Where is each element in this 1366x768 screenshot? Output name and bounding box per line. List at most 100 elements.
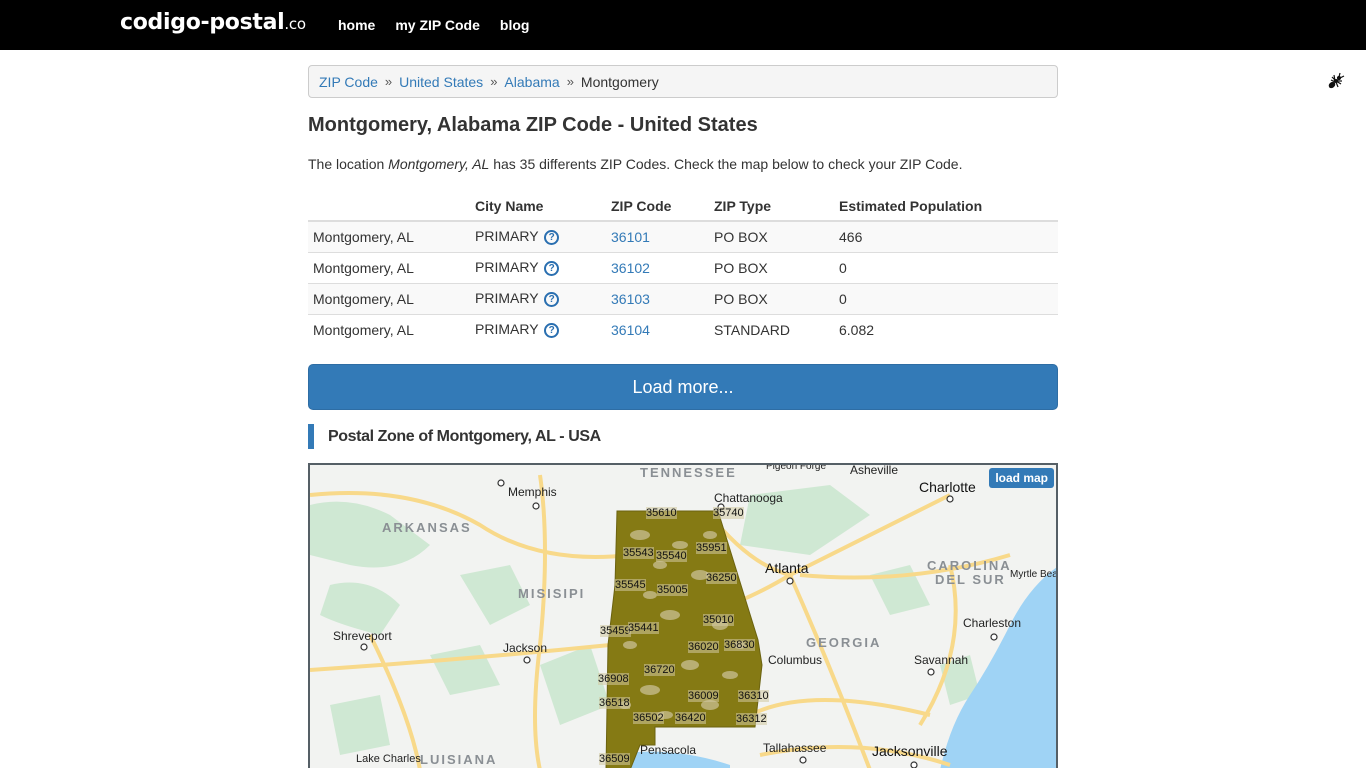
zip-label[interactable]: 35545	[615, 579, 646, 591]
city-label-jacksonville: Jacksonville	[872, 743, 948, 759]
cell-population: 6.082	[834, 313, 1058, 345]
cell-population: 466	[834, 220, 1058, 252]
city-label-shreveport: Shreveport	[333, 629, 392, 643]
table-row: Montgomery, AL PRIMARY ? 36103 PO BOX 0	[308, 282, 1058, 314]
city-label-asheville: Asheville	[850, 463, 899, 477]
zip-label[interactable]: 36518	[599, 697, 630, 709]
city-label-chattanooga: Chattanooga	[714, 491, 783, 505]
intro-suffix: has 35 differents ZIP Codes. Check the m…	[489, 156, 963, 172]
table-row: Montgomery, AL PRIMARY ? 36102 PO BOX 0	[308, 251, 1058, 283]
zip-label[interactable]: 36312	[736, 713, 767, 725]
city-label-tallahassee: Tallahassee	[763, 741, 827, 755]
cell-location: Montgomery, AL	[308, 251, 470, 283]
city-label-pensacola: Pensacola	[640, 743, 697, 757]
zip-code-link[interactable]: 36102	[611, 260, 650, 276]
zip-code-table: City Name ZIP Code ZIP Type Estimated Po…	[308, 191, 1058, 345]
zip-label[interactable]: 36509	[599, 753, 630, 765]
state-label-mississippi: MISISIPI	[518, 586, 586, 601]
zip-label[interactable]: 35543	[623, 547, 654, 559]
intro-location: Montgomery, AL	[388, 156, 490, 172]
zip-code-link[interactable]: 36104	[611, 322, 650, 338]
cell-zip-type: PO BOX	[709, 251, 834, 283]
city-label-columbus: Columbus	[768, 653, 823, 667]
city-label-pigeon-forge: Pigeon Forge	[766, 463, 827, 472]
nav-home[interactable]: home	[338, 17, 375, 33]
cell-city-type: PRIMARY ?	[470, 251, 606, 283]
city-type-text: PRIMARY	[475, 321, 539, 338]
city-label-charlotte: Charlotte	[919, 479, 976, 495]
help-icon[interactable]: ?	[544, 260, 560, 276]
city-label-charleston: Charleston	[963, 616, 1022, 630]
zip-label[interactable]: 36310	[738, 690, 769, 702]
help-icon[interactable]: ?	[544, 323, 560, 339]
state-label-arkansas: ARKANSAS	[382, 520, 472, 535]
site-logo[interactable]: codigo-postal.co	[120, 10, 306, 35]
state-label-louisiana: LUISIANA	[420, 752, 498, 767]
page-title: Montgomery, Alabama ZIP Code - United St…	[308, 114, 758, 136]
intro-text: The location Montgomery, AL has 35 diffe…	[308, 156, 1058, 172]
header-zip-type: ZIP Type	[709, 191, 834, 222]
breadcrumb: ZIP Code » United States » Alabama » Mon…	[308, 65, 1058, 98]
city-label-jackson: Jackson	[503, 641, 548, 655]
city-label-lake-charles: Lake Charles	[356, 753, 421, 765]
zip-label[interactable]: 35540	[656, 550, 687, 562]
table-header-row: City Name ZIP Code ZIP Type Estimated Po…	[308, 191, 1058, 222]
load-map-button[interactable]: load map	[989, 468, 1054, 488]
zip-label[interactable]: 36908	[598, 673, 629, 685]
intro-prefix: The location	[308, 156, 389, 172]
breadcrumb-separator: »	[384, 74, 393, 89]
nav-my-zip-code[interactable]: my ZIP Code	[395, 17, 480, 33]
header-city-name: City Name	[470, 191, 606, 222]
zip-label[interactable]: 36502	[633, 712, 664, 724]
zip-label[interactable]: 35740	[713, 507, 744, 519]
zip-label[interactable]: 35951	[696, 542, 727, 554]
main-content: ZIP Code » United States » Alabama » Mon…	[308, 65, 1058, 449]
cell-population: 0	[834, 282, 1058, 314]
cell-city-type: PRIMARY ?	[470, 313, 606, 345]
cell-location: Montgomery, AL	[308, 220, 470, 252]
zip-label[interactable]: 36250	[706, 572, 737, 584]
zip-code-link[interactable]: 36103	[611, 291, 650, 307]
zip-label[interactable]: 35005	[657, 584, 688, 596]
zip-label[interactable]: 36420	[675, 712, 706, 724]
zip-label[interactable]: 36720	[644, 664, 675, 676]
cell-location: Montgomery, AL	[308, 313, 470, 345]
postal-zone-heading: Postal Zone of Montgomery, AL - USA	[308, 424, 1058, 449]
zip-label[interactable]: 35441	[628, 622, 659, 634]
breadcrumb-united-states[interactable]: United States	[399, 74, 483, 90]
table-row: Montgomery, AL PRIMARY ? 36104 STANDARD …	[308, 313, 1058, 345]
zip-code-link[interactable]: 36101	[611, 229, 650, 245]
cell-location: Montgomery, AL	[308, 282, 470, 314]
header-location	[308, 191, 470, 222]
top-navbar: codigo-postal.co home my ZIP Code blog	[0, 0, 1366, 50]
header-estimated-population: Estimated Population	[834, 191, 1058, 222]
breadcrumb-alabama[interactable]: Alabama	[504, 74, 559, 90]
city-label-atlanta: Atlanta	[765, 560, 809, 576]
cell-zip-code: 36101	[606, 220, 709, 252]
cell-city-type: PRIMARY ?	[470, 220, 606, 252]
city-type-text: PRIMARY	[475, 290, 539, 307]
brand-name: codigo-postal	[120, 10, 285, 35]
city-label-savannah: Savannah	[914, 653, 969, 667]
cell-zip-type: PO BOX	[709, 220, 834, 252]
cell-zip-type: PO BOX	[709, 282, 834, 314]
header-zip-code: ZIP Code	[606, 191, 709, 222]
zip-label[interactable]: 35010	[703, 614, 734, 626]
nav-blog[interactable]: blog	[500, 17, 530, 33]
help-icon[interactable]: ?	[544, 291, 560, 307]
help-icon[interactable]: ?	[544, 230, 560, 246]
breadcrumb-zip-code[interactable]: ZIP Code	[319, 74, 378, 90]
brand-tld: .co	[284, 15, 306, 33]
zip-label[interactable]: 35610	[646, 507, 677, 519]
zip-label[interactable]: 36830	[724, 639, 755, 651]
zip-label[interactable]: 36020	[688, 641, 719, 653]
postal-zone-map[interactable]: TENNESSEE ARKANSAS MISISIPI GEORGIA CARO…	[308, 463, 1058, 768]
table-row: Montgomery, AL PRIMARY ? 36101 PO BOX 46…	[308, 220, 1058, 252]
breadcrumb-current: Montgomery	[580, 73, 659, 90]
load-more-button[interactable]: Load more...	[308, 364, 1058, 410]
zip-label[interactable]: 36009	[688, 690, 719, 702]
cell-population: 0	[834, 251, 1058, 283]
cell-zip-code: 36103	[606, 282, 709, 314]
cell-zip-code: 36102	[606, 251, 709, 283]
zip-label[interactable]: 35459	[600, 625, 631, 637]
